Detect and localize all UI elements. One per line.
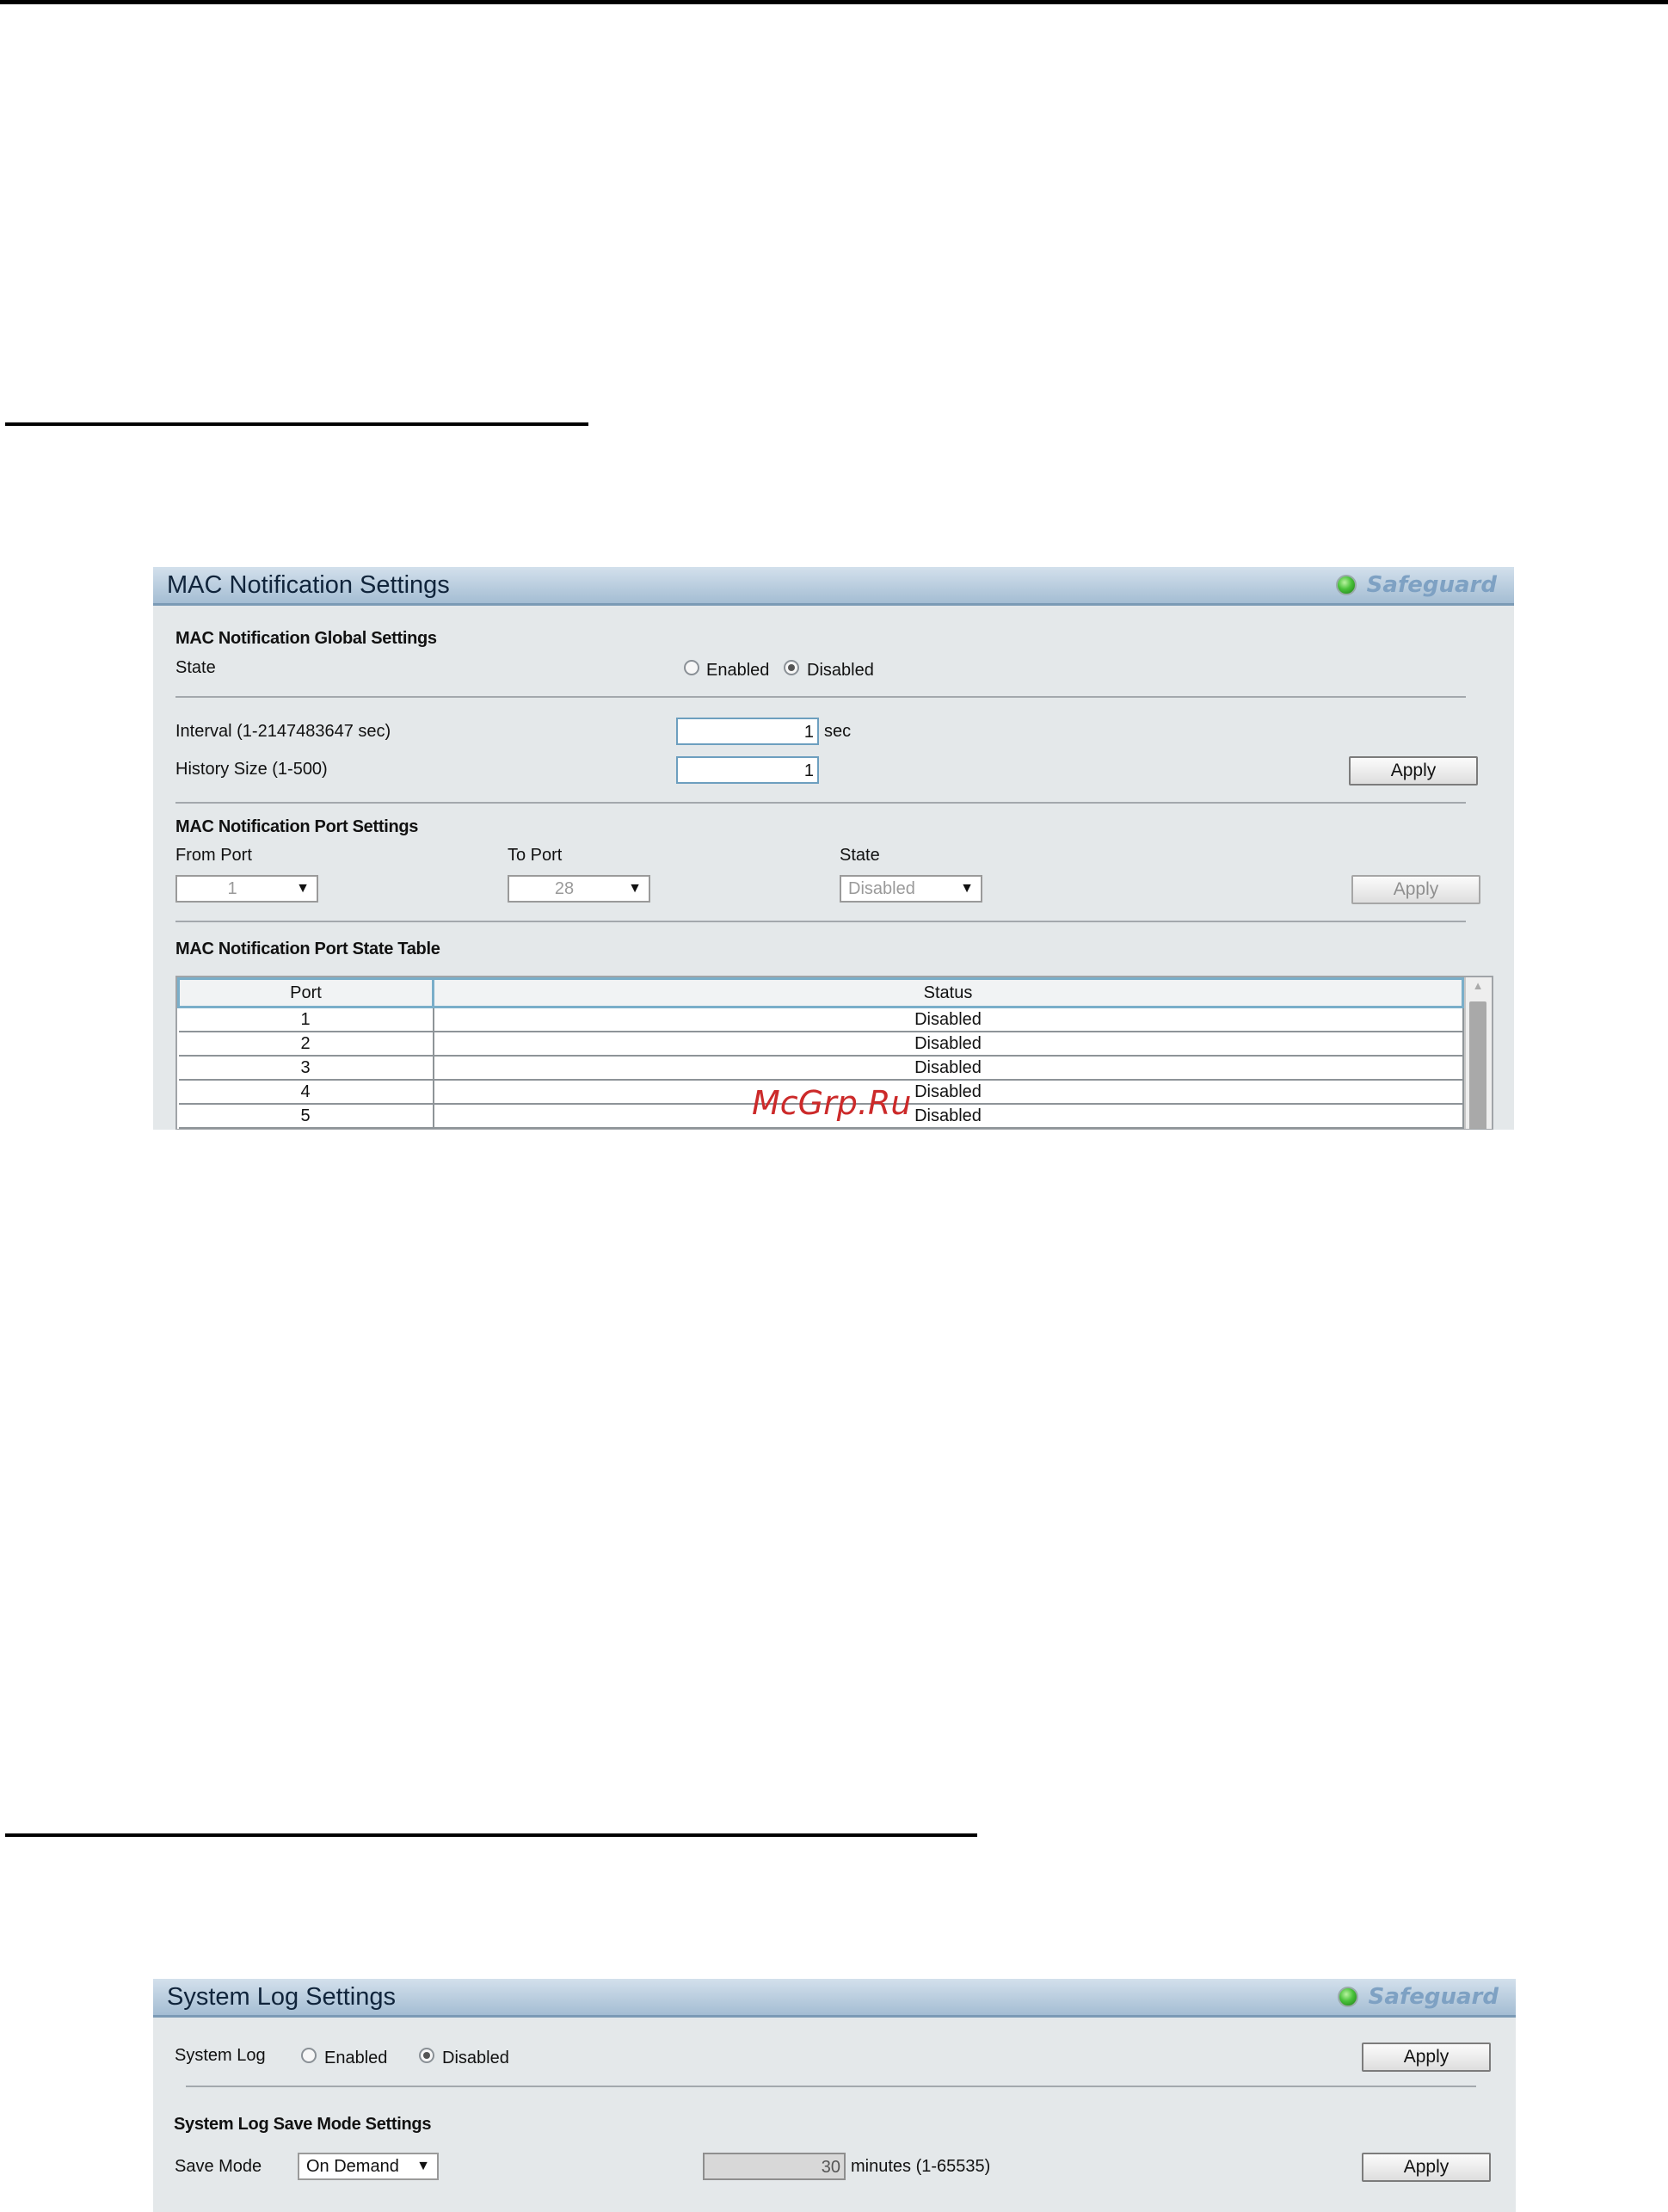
port-apply-button[interactable]: Apply — [1351, 875, 1480, 904]
save-mode-heading: System Log Save Mode Settings — [174, 2115, 432, 2134]
section-heading-rule — [5, 422, 588, 426]
port-state-label: State — [840, 846, 880, 865]
history-size-input[interactable]: 1 — [676, 756, 819, 784]
watermark: McGrp.Ru — [752, 1084, 912, 1122]
system-log-label: System Log — [175, 2046, 266, 2065]
state-label: State — [175, 658, 216, 677]
port-settings-heading: MAC Notification Port Settings — [175, 817, 419, 836]
column-header-port: Port — [177, 977, 434, 1008]
interval-input[interactable]: 1 — [676, 718, 819, 745]
panel-header: MAC Notification Settings Safeguard — [153, 567, 1514, 606]
to-port-select[interactable]: 28 ▼ — [508, 875, 650, 903]
safeguard-label: Safeguard — [1368, 1984, 1499, 2010]
system-log-panel: System Log Settings Safeguard System Log… — [153, 1979, 1516, 2212]
from-port-label: From Port — [175, 846, 252, 865]
system-log-enabled-radio[interactable] — [301, 2048, 317, 2063]
safeguard-indicator: Safeguard — [1337, 1984, 1499, 2010]
save-mode-label: Save Mode — [175, 2157, 262, 2176]
section-heading-rule — [5, 1833, 977, 1837]
state-disabled-label: Disabled — [807, 661, 874, 680]
divider — [175, 802, 1466, 804]
to-port-label: To Port — [508, 846, 563, 865]
panel-header: System Log Settings Safeguard — [153, 1979, 1516, 2018]
page-top-rule — [0, 0, 1668, 4]
save-mode-value: On Demand — [306, 2157, 399, 2176]
panel-title: MAC Notification Settings — [167, 571, 450, 599]
state-enabled-label: Enabled — [706, 661, 770, 680]
port-cell: 1 — [178, 1007, 434, 1032]
interval-label: Interval (1-2147483647 sec) — [175, 722, 391, 741]
scroll-up-icon[interactable]: ▲ — [1466, 979, 1490, 992]
safeguard-indicator: Safeguard — [1335, 572, 1497, 598]
port-state-value: Disabled — [848, 879, 915, 898]
column-header-status: Status — [432, 977, 1464, 1008]
system-log-enabled-label: Enabled — [324, 2049, 388, 2067]
to-port-value: 28 — [554, 879, 575, 898]
port-state-table-heading: MAC Notification Port State Table — [175, 940, 440, 958]
dropdown-arrow-icon: ▼ — [628, 881, 642, 896]
mac-notification-panel: MAC Notification Settings Safeguard MAC … — [153, 567, 1514, 1130]
port-cell: 2 — [178, 1032, 434, 1057]
safeguard-led-icon — [1335, 575, 1357, 595]
from-port-value: 1 — [227, 879, 237, 898]
system-log-apply-button[interactable]: Apply — [1362, 2043, 1491, 2072]
status-cell: Disabled — [433, 1104, 1464, 1129]
state-disabled-radio[interactable] — [784, 660, 799, 675]
safeguard-label: Safeguard — [1366, 572, 1497, 598]
scroll-thumb[interactable] — [1469, 1001, 1486, 1129]
divider — [186, 2086, 1476, 2087]
dropdown-arrow-icon: ▼ — [296, 881, 310, 896]
table-scrollbar[interactable]: ▲ — [1464, 977, 1492, 1129]
status-cell: Disabled — [433, 1080, 1464, 1105]
system-log-disabled-label: Disabled — [442, 2049, 509, 2067]
port-cell: 4 — [178, 1080, 434, 1105]
history-size-label: History Size (1-500) — [175, 760, 328, 779]
from-port-select[interactable]: 1 ▼ — [175, 875, 318, 903]
port-cell: 3 — [178, 1056, 434, 1081]
table-row: 3 Disabled — [178, 1056, 1464, 1081]
dropdown-arrow-icon: ▼ — [960, 881, 974, 896]
status-cell: Disabled — [433, 1032, 1464, 1057]
table-row: 2 Disabled — [178, 1032, 1464, 1057]
dropdown-arrow-icon: ▼ — [416, 2159, 430, 2173]
port-state-select[interactable]: Disabled ▼ — [840, 875, 982, 903]
divider — [175, 921, 1466, 922]
state-enabled-radio[interactable] — [684, 660, 699, 675]
global-settings-heading: MAC Notification Global Settings — [175, 629, 437, 648]
global-apply-button[interactable]: Apply — [1349, 756, 1478, 786]
safeguard-led-icon — [1337, 1987, 1358, 2007]
status-cell: Disabled — [433, 1056, 1464, 1081]
save-mode-apply-button[interactable]: Apply — [1362, 2153, 1491, 2182]
table-row: 1 Disabled — [178, 1007, 1464, 1032]
divider — [175, 696, 1466, 698]
system-log-disabled-radio[interactable] — [419, 2048, 434, 2063]
status-cell: Disabled — [433, 1007, 1464, 1032]
save-mode-select[interactable]: On Demand ▼ — [298, 2153, 439, 2180]
port-cell: 5 — [178, 1104, 434, 1129]
panel-title: System Log Settings — [167, 1983, 396, 2011]
interval-unit-label: sec — [824, 722, 852, 741]
save-minutes-unit-label: minutes (1-65535) — [851, 2157, 991, 2176]
save-minutes-input[interactable]: 30 — [703, 2153, 846, 2180]
